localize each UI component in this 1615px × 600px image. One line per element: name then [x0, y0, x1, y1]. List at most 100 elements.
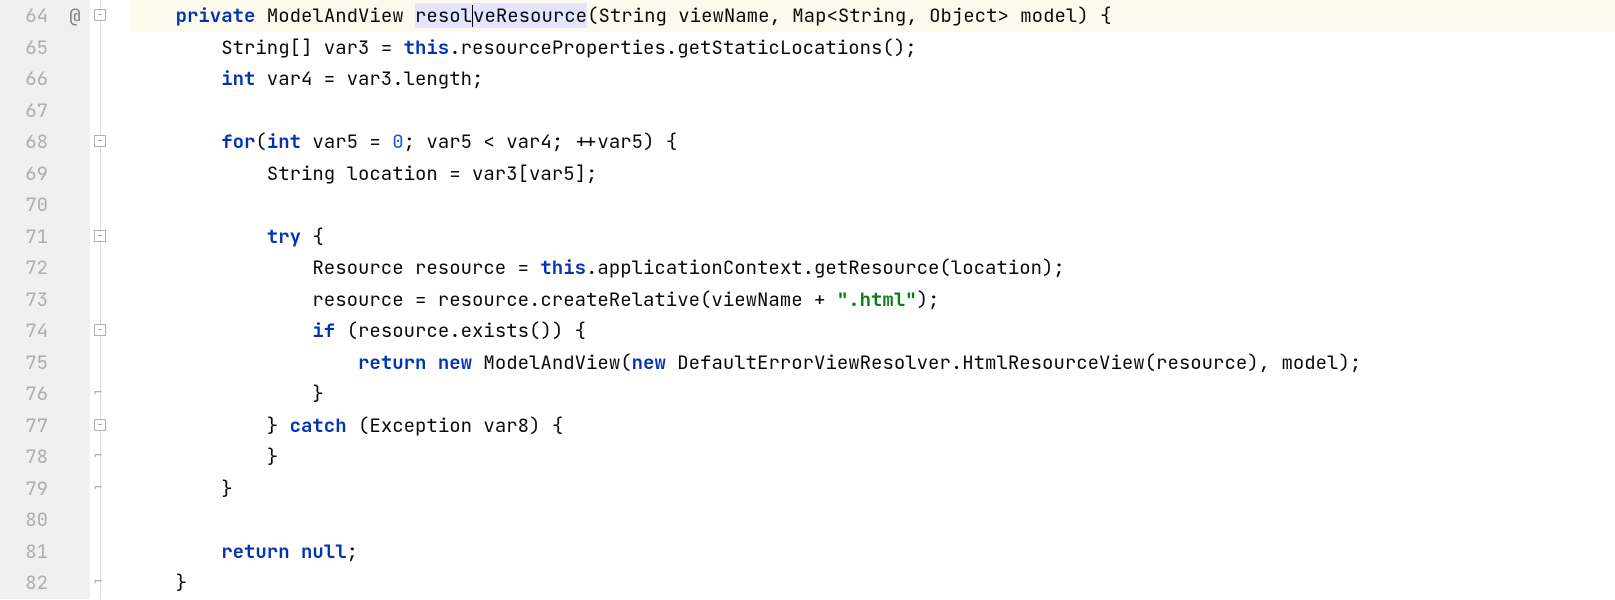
fold-gutter[interactable] — [90, 504, 130, 536]
line-number: 75 — [0, 347, 60, 379]
code-line[interactable]: 80 — [0, 504, 1615, 536]
fold-gutter[interactable] — [90, 410, 130, 442]
fold-gutter[interactable]: ⌐ — [90, 473, 130, 505]
code-line[interactable]: 69 String location = var3[var5]; — [0, 158, 1615, 190]
line-number: 81 — [0, 536, 60, 568]
line-number: 73 — [0, 284, 60, 316]
code-content[interactable]: } — [130, 473, 1615, 505]
code-content[interactable] — [130, 95, 1615, 127]
code-content[interactable]: Resource resource = this.applicationCont… — [130, 252, 1615, 284]
code-token: { — [301, 224, 324, 249]
code-token: (resource.exists()) { — [335, 318, 586, 343]
code-content[interactable]: for(int var5 = 0; var5 < var4; ++var5) { — [130, 126, 1615, 158]
code-line[interactable]: 71 try { — [0, 221, 1615, 253]
code-line[interactable]: 67 — [0, 95, 1615, 127]
code-line[interactable]: 65 String[] var3 = this.resourceProperti… — [0, 32, 1615, 64]
code-line[interactable]: 70 — [0, 189, 1615, 221]
fold-toggle-icon[interactable] — [94, 135, 106, 147]
gutter-annotation — [60, 63, 90, 95]
fold-gutter[interactable] — [90, 536, 130, 568]
gutter-annotation — [60, 158, 90, 190]
code-token: ModelAndView( — [472, 350, 632, 375]
gutter-annotation — [60, 221, 90, 253]
fold-gutter[interactable] — [90, 284, 130, 316]
code-token — [130, 3, 176, 28]
code-line[interactable]: 81 return null; — [0, 536, 1615, 568]
code-token: resol — [415, 3, 472, 28]
code-token: Resource resource = — [130, 255, 540, 280]
code-line[interactable]: 79 ⌐ } — [0, 473, 1615, 505]
fold-end-icon: ⌐ — [94, 450, 106, 462]
code-line[interactable]: 73 resource = resource.createRelative(vi… — [0, 284, 1615, 316]
code-content[interactable]: return null; — [130, 536, 1615, 568]
code-token: ; — [347, 539, 358, 564]
line-number: 78 — [0, 441, 60, 473]
gutter-annotation — [60, 347, 90, 379]
gutter-annotation — [60, 284, 90, 316]
code-line[interactable]: 64@ private ModelAndView resolveResource… — [0, 0, 1615, 32]
code-content[interactable]: return new ModelAndView(new DefaultError… — [130, 347, 1615, 379]
gutter-annotation — [60, 410, 90, 442]
line-number: 79 — [0, 473, 60, 505]
code-content[interactable]: String location = var3[var5]; — [130, 158, 1615, 190]
fold-gutter[interactable] — [90, 221, 130, 253]
code-line[interactable]: 77 } catch (Exception var8) { — [0, 410, 1615, 442]
code-token — [130, 224, 267, 249]
fold-gutter[interactable]: ⌐ — [90, 441, 130, 473]
code-line[interactable]: 74 if (resource.exists()) { — [0, 315, 1615, 347]
code-line[interactable]: 66 int var4 = var3.length; — [0, 63, 1615, 95]
code-token: resource = resource.createRelative(viewN… — [130, 287, 837, 312]
code-content[interactable]: } — [130, 378, 1615, 410]
code-token: DefaultErrorViewResolver.HtmlResourceVie… — [666, 350, 1361, 375]
code-token: .resourceProperties.getStaticLocations()… — [449, 35, 916, 60]
gutter-annotation — [60, 441, 90, 473]
code-content[interactable]: String[] var3 = this.resourceProperties.… — [130, 32, 1615, 64]
fold-gutter[interactable]: ⌐ — [90, 378, 130, 410]
code-content[interactable]: } — [130, 567, 1615, 599]
code-token: new — [632, 350, 666, 375]
fold-gutter[interactable]: ⌐ — [90, 567, 130, 599]
fold-end-icon: ⌐ — [94, 482, 106, 494]
code-content[interactable]: int var4 = var3.length; — [130, 63, 1615, 95]
fold-toggle-icon[interactable] — [94, 419, 106, 431]
fold-toggle-icon[interactable] — [94, 324, 106, 336]
code-token: } — [130, 570, 187, 595]
line-number: 67 — [0, 95, 60, 127]
code-token: this — [540, 255, 586, 280]
fold-gutter[interactable] — [90, 0, 130, 32]
code-line[interactable]: 78 ⌐ } — [0, 441, 1615, 473]
fold-toggle-icon[interactable] — [94, 230, 106, 242]
code-token: } — [130, 413, 290, 438]
code-line[interactable]: 82⌐ } — [0, 567, 1615, 599]
code-token: int — [267, 129, 301, 154]
code-content[interactable]: } — [130, 441, 1615, 473]
line-number: 71 — [0, 221, 60, 253]
fold-gutter[interactable] — [90, 347, 130, 379]
fold-gutter[interactable] — [90, 315, 130, 347]
code-content[interactable]: private ModelAndView resolveResource(Str… — [130, 0, 1615, 32]
code-content[interactable] — [130, 189, 1615, 221]
fold-gutter[interactable] — [90, 252, 130, 284]
code-line[interactable]: 76⌐ } — [0, 378, 1615, 410]
code-token: } — [130, 381, 324, 406]
code-content[interactable] — [130, 504, 1615, 536]
code-content[interactable]: if (resource.exists()) { — [130, 315, 1615, 347]
code-token — [130, 318, 312, 343]
code-line[interactable]: 68 for(int var5 = 0; var5 < var4; ++var5… — [0, 126, 1615, 158]
code-token: .applicationContext.getResource(location… — [586, 255, 1065, 280]
fold-gutter[interactable] — [90, 32, 130, 64]
fold-gutter[interactable] — [90, 95, 130, 127]
code-line[interactable]: 75 return new ModelAndView(new DefaultEr… — [0, 347, 1615, 379]
fold-toggle-icon[interactable] — [94, 9, 106, 21]
code-content[interactable]: try { — [130, 221, 1615, 253]
code-content[interactable]: } catch (Exception var8) { — [130, 410, 1615, 442]
fold-gutter[interactable] — [90, 158, 130, 190]
code-editor[interactable]: 64@ private ModelAndView resolveResource… — [0, 0, 1615, 599]
text-caret — [472, 5, 473, 27]
fold-gutter[interactable] — [90, 189, 130, 221]
code-line[interactable]: 72 Resource resource = this.applicationC… — [0, 252, 1615, 284]
code-content[interactable]: resource = resource.createRelative(viewN… — [130, 284, 1615, 316]
fold-gutter[interactable] — [90, 126, 130, 158]
fold-gutter[interactable] — [90, 63, 130, 95]
fold-end-icon: ⌐ — [94, 387, 106, 399]
